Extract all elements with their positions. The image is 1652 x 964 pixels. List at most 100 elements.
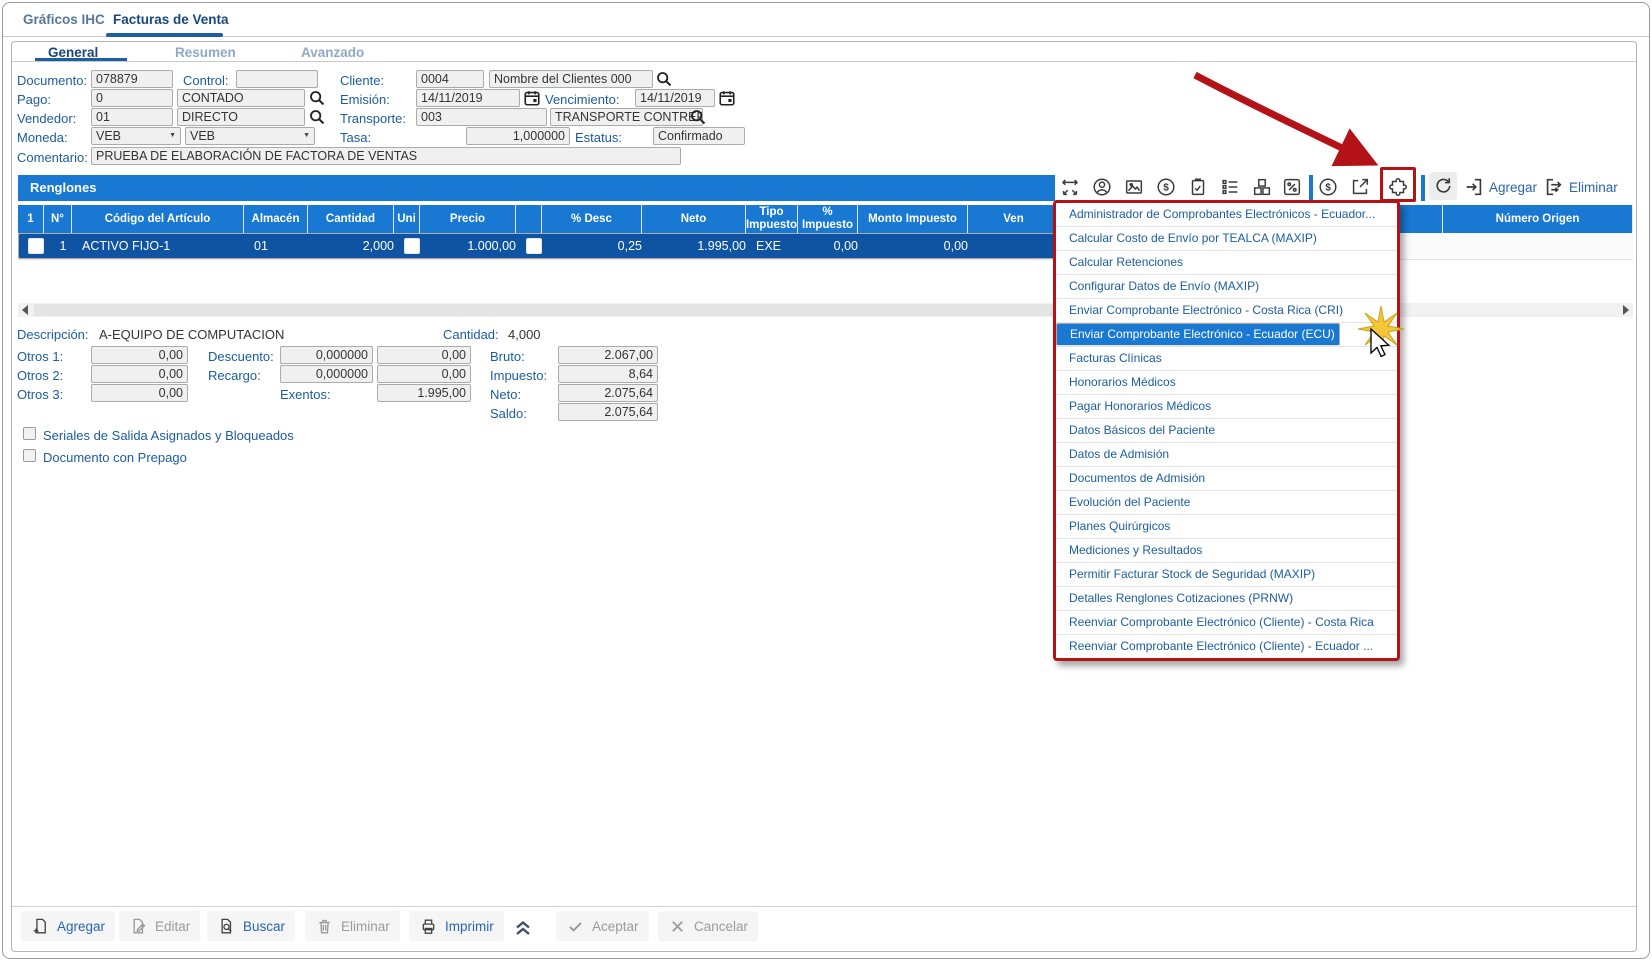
- cell-button[interactable]: [28, 238, 44, 254]
- pago-name-field[interactable]: CONTADO: [177, 89, 305, 107]
- column-header[interactable]: 1: [18, 205, 44, 233]
- column-header[interactable]: Almacén: [244, 205, 308, 233]
- money-icon[interactable]: $: [1317, 176, 1339, 198]
- collapse-toolbar-button[interactable]: [511, 915, 535, 939]
- menu-item[interactable]: Mediciones y Resultados: [1056, 539, 1397, 563]
- transporte-name-field[interactable]: TRANSPORTE CONTRERA: [550, 108, 703, 126]
- menu-item[interactable]: Detalles Renglones Cotizaciones (PRNW): [1056, 587, 1397, 611]
- menu-item[interactable]: Facturas Clínicas: [1056, 347, 1397, 371]
- agregar-button[interactable]: Agregar: [21, 911, 116, 941]
- scroll-left-icon[interactable]: [22, 305, 28, 315]
- price-icon[interactable]: $: [1155, 176, 1177, 198]
- cliente-name-field[interactable]: Nombre del Clientes 000: [489, 70, 653, 88]
- discount-icon[interactable]: [1281, 176, 1303, 198]
- cliente-code-field[interactable]: 0004: [416, 70, 484, 88]
- refresh-icon[interactable]: [1432, 175, 1454, 197]
- transporte-search-icon[interactable]: [689, 108, 707, 126]
- column-header[interactable]: Uni: [394, 205, 420, 233]
- tasa-field[interactable]: 1,000000: [466, 127, 570, 145]
- tab-graficos-ihc[interactable]: Gráficos IHC: [23, 12, 105, 27]
- vencimiento-field[interactable]: 14/11/2019: [635, 89, 715, 107]
- menu-item[interactable]: Reenviar Comprobante Electrónico (Client…: [1056, 611, 1397, 635]
- buscar-button[interactable]: Buscar: [207, 911, 296, 941]
- documento-label: Documento:: [17, 73, 88, 88]
- menu-item[interactable]: Datos de Admisión: [1056, 443, 1397, 467]
- prepago-checkbox[interactable]: [23, 449, 36, 462]
- menu-item[interactable]: Calcular Costo de Envío por TEALCA (MAXI…: [1056, 227, 1397, 251]
- moneda-select-2[interactable]: VEB ▼: [185, 127, 315, 145]
- grid-eliminar-button[interactable]: Eliminar: [1569, 180, 1618, 195]
- cell-button[interactable]: [526, 238, 542, 254]
- menu-item[interactable]: Enviar Comprobante Electrónico - Ecuador…: [1056, 323, 1340, 346]
- column-header[interactable]: [516, 205, 542, 233]
- column-header[interactable]: Código del Artículo: [72, 205, 244, 233]
- export-icon[interactable]: [1349, 176, 1371, 198]
- packages-icon[interactable]: [1251, 176, 1273, 198]
- moneda-select-1[interactable]: VEB ▼: [91, 127, 181, 145]
- otros1-field[interactable]: 0,00: [91, 346, 188, 364]
- menu-item[interactable]: Administrador de Comprobantes Electrónic…: [1056, 203, 1397, 227]
- tasks-icon[interactable]: [1187, 176, 1209, 198]
- vendedor-name-field[interactable]: DIRECTO: [177, 108, 305, 126]
- cancelar-button[interactable]: Cancelar: [658, 911, 759, 941]
- column-header[interactable]: Número Origen: [1443, 205, 1633, 233]
- descuento-amount-field[interactable]: 0,00: [377, 346, 471, 364]
- seriales-checkbox[interactable]: [23, 427, 36, 440]
- subtab-avanzado[interactable]: Avanzado: [301, 45, 364, 60]
- image-icon[interactable]: [1123, 176, 1145, 198]
- menu-item[interactable]: Permitir Facturar Stock de Seguridad (MA…: [1056, 563, 1397, 587]
- remove-row-icon[interactable]: [1543, 176, 1565, 198]
- menu-item[interactable]: Datos Básicos del Paciente: [1056, 419, 1397, 443]
- pago-search-icon[interactable]: [308, 89, 326, 107]
- column-header[interactable]: Ven: [968, 205, 1060, 233]
- menu-item[interactable]: Evolución del Paciente: [1056, 491, 1397, 515]
- menu-item[interactable]: Honorarios Médicos: [1056, 371, 1397, 395]
- bruto-label: Bruto:: [490, 349, 525, 364]
- column-header[interactable]: Cantidad: [308, 205, 394, 233]
- fit-width-icon[interactable]: [1059, 176, 1081, 198]
- toolbar-separator: [1421, 175, 1425, 201]
- otros2-field[interactable]: 0,00: [91, 365, 188, 383]
- comentario-field[interactable]: PRUEBA DE ELABORACIÓN DE FACTORA DE VENT…: [91, 147, 681, 165]
- recargo-amount-field[interactable]: 0,00: [377, 365, 471, 383]
- menu-item[interactable]: Reenviar Comprobante Electrónico (Client…: [1056, 635, 1397, 658]
- column-header[interactable]: Tipo Impuesto: [746, 205, 798, 233]
- subtab-resumen[interactable]: Resumen: [175, 45, 236, 60]
- aceptar-button[interactable]: Aceptar: [556, 911, 649, 941]
- column-header[interactable]: Precio: [420, 205, 516, 233]
- menu-item[interactable]: Enviar Comprobante Electrónico - Costa R…: [1056, 299, 1397, 323]
- column-header[interactable]: % Impuesto: [798, 205, 858, 233]
- menu-item[interactable]: Configurar Datos de Envío (MAXIP): [1056, 275, 1397, 299]
- recargo-factor-field[interactable]: 0,000000: [280, 365, 373, 383]
- column-header[interactable]: Neto: [642, 205, 746, 233]
- vendedor-search-icon[interactable]: [308, 108, 326, 126]
- cell-button[interactable]: [404, 238, 420, 254]
- eliminar-button[interactable]: Eliminar: [305, 911, 400, 941]
- vencimiento-calendar-icon[interactable]: [718, 89, 736, 107]
- documento-field[interactable]: 078879: [91, 70, 173, 88]
- customer-icon[interactable]: [1091, 176, 1113, 198]
- menu-item[interactable]: Documentos de Admisión: [1056, 467, 1397, 491]
- otros3-field[interactable]: 0,00: [91, 384, 188, 402]
- menu-item[interactable]: Planes Quirúrgicos: [1056, 515, 1397, 539]
- imprimir-button[interactable]: Imprimir: [409, 911, 504, 941]
- menu-item[interactable]: Pagar Honorarios Médicos: [1056, 395, 1397, 419]
- transporte-code-field[interactable]: 003: [416, 108, 547, 126]
- column-header[interactable]: N°: [44, 205, 72, 233]
- tab-facturas-de-venta[interactable]: Facturas de Venta: [113, 12, 229, 27]
- scroll-right-icon[interactable]: [1623, 305, 1629, 315]
- add-row-icon[interactable]: [1463, 176, 1485, 198]
- column-header[interactable]: % Desc: [542, 205, 642, 233]
- menu-item[interactable]: Calcular Retenciones: [1056, 251, 1397, 275]
- cliente-search-icon[interactable]: [655, 70, 673, 88]
- grid-agregar-button[interactable]: Agregar: [1489, 180, 1537, 195]
- pago-code-field[interactable]: 0: [91, 89, 173, 107]
- emision-calendar-icon[interactable]: [523, 89, 541, 107]
- vendedor-code-field[interactable]: 01: [91, 108, 173, 126]
- control-field[interactable]: [236, 70, 318, 88]
- list-icon[interactable]: [1219, 176, 1241, 198]
- column-header[interactable]: Monto Impuesto: [858, 205, 968, 233]
- descuento-factor-field[interactable]: 0,000000: [280, 346, 373, 364]
- emision-field[interactable]: 14/11/2019: [416, 89, 520, 107]
- editar-button[interactable]: Editar: [119, 911, 201, 941]
